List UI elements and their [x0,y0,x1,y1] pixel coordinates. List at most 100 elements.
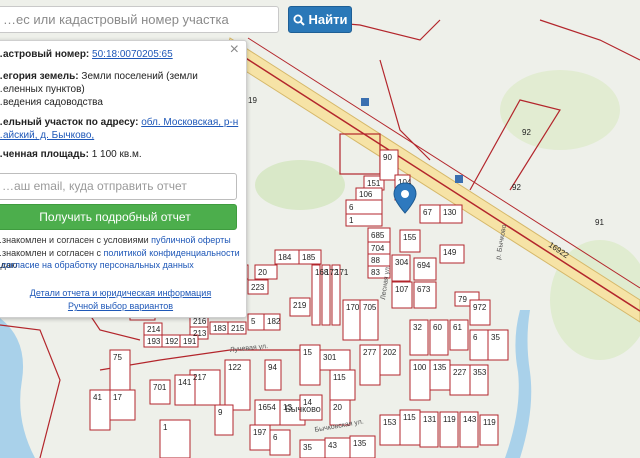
privacy-policy-link[interactable]: политикой конфиденциальности [104,248,240,258]
parcel-info-panel: × …астровый номер: 50:18:0070205:65 …его… [0,40,247,318]
parcel-number: 705 [363,303,377,312]
road-label: 92 [512,183,521,192]
parcel-number: 185 [302,253,316,262]
parcel-number: 153 [383,418,397,427]
parcel-number: 215 [231,324,245,333]
parcel-number: 20 [258,268,267,277]
parcel-number: 35 [303,443,312,452]
parcel-number: 1 [163,423,168,432]
area-label: …ченная площадь: [0,149,89,160]
parcel-number: 277 [363,348,377,357]
area-value: 1 100 кв.м. [91,149,142,160]
parcel-number: 32 [413,323,422,332]
parcel-number: 192 [165,337,179,346]
parcel-number: 107 [395,285,409,294]
parcel-number: 5 [251,317,256,326]
personal-data-link[interactable]: …согласие на обработку персональных данн… [0,260,194,270]
parcel-number: 673 [417,285,431,294]
search-icon [293,14,305,26]
parcel-number: 182 [267,317,281,326]
search-input[interactable]: …ес или кадастровый номер участка [0,6,279,33]
parcel-number: 135 [353,439,367,448]
parcel-number: 227 [453,368,467,377]
email-placeholder: …аш email, куда отправить отчет [2,179,187,193]
parcel-number: 171 [335,268,349,277]
land-category-value: Земли поселений (земли [81,71,198,82]
parcel-number: 83 [371,268,380,277]
road-label: 91 [595,218,604,227]
address-link[interactable]: обл. Московская, р-н [141,117,238,128]
parcel-number: 141 [178,378,192,387]
road-label: 19 [248,96,257,105]
road-label: 92 [522,128,531,137]
parcel-number: 149 [443,248,457,257]
terms-privacy-text: …знакомлен и согласен с [0,248,104,258]
village-label: Бычково [285,404,321,414]
parcel-number: 131 [423,415,437,424]
parcel-number: 701 [153,383,167,392]
address-label: …ельный участок по адресу: [0,117,139,128]
parcel-number: 202 [383,348,397,357]
parcel-number: 151 [367,179,381,188]
parcel-number: 191 [183,337,197,346]
parcel-number: 119 [443,415,456,424]
parcel-number: 184 [278,253,292,262]
parcel-number: 88 [371,256,380,265]
get-report-button[interactable]: Получить подробный отчет [0,204,237,230]
parcel-number: 155 [403,233,417,242]
parcel-number: 130 [443,208,457,217]
parcel-number: 197 [253,428,267,437]
parcel-number: 94 [268,363,277,372]
public-offer-link[interactable]: публичной оферты [151,235,231,245]
parcel-number: 115 [333,373,346,382]
land-category-value-cont: …еленных пунктов) [0,84,85,95]
search-placeholder: …ес или кадастровый номер участка [3,12,229,27]
land-usage-value: …ведения садоводства [0,97,103,108]
parcel-number: 67 [423,208,432,217]
parcel-number: 1 [349,216,354,225]
parcel-number: 223 [251,283,265,292]
parcel-number: 61 [453,323,462,332]
parcel-number: 1654 [258,403,276,412]
parcel-number: 6 [473,333,478,342]
get-report-label: Получить подробный отчет [39,209,191,224]
parcel-number: 6 [273,433,278,442]
close-icon[interactable]: × [230,42,239,58]
parcel-number: 216 [193,317,207,326]
land-category-label: …егория земель: [0,71,79,82]
parcel-number: 90 [383,153,392,162]
parcel-number: 301 [323,353,337,362]
parcel-number: 170 [346,303,360,312]
parcel-number: 214 [147,325,161,334]
cadastral-number-link[interactable]: 50:18:0070205:65 [92,49,173,60]
parcel-number: 100 [413,363,427,372]
search-button[interactable]: Найти [288,6,352,33]
parcel-number: 43 [328,441,337,450]
parcel-number: 75 [113,353,122,362]
parcel-number: 35 [491,333,500,342]
road-sign-icon [361,98,369,106]
parcel-number: 972 [473,303,487,312]
cadastral-number-label: …астровый номер: [0,49,90,60]
parcel-number: 41 [93,393,102,402]
report-details-link[interactable]: Детали отчета и юридическая информация [30,288,211,298]
parcel-number: 219 [293,301,307,310]
parcel-number: 685 [371,231,385,240]
manual-choice-link[interactable]: Ручной выбор вариантов [68,301,173,311]
parcel-number: 353 [473,368,487,377]
address-link-cont[interactable]: …айский, д. Бычково, [0,130,94,141]
search-button-label: Найти [308,12,348,27]
parcel-number: 143 [463,415,477,424]
terms-offer-text: …знакомлен и согласен с условиями [0,235,152,245]
parcel-number: 17 [113,393,122,402]
parcel-number: 115 [403,413,416,422]
email-input[interactable]: …аш email, куда отправить отчет [0,173,237,200]
road-sign-icon [455,175,463,183]
parcel-number: 6 [349,203,354,212]
parcel-number: 119 [483,418,496,427]
parcel-number: 9 [218,408,223,417]
parcel-number: 183 [213,324,227,333]
parcel-number: 217 [193,373,207,382]
parcel-number: 304 [395,258,409,267]
parcel-number: 704 [371,244,385,253]
